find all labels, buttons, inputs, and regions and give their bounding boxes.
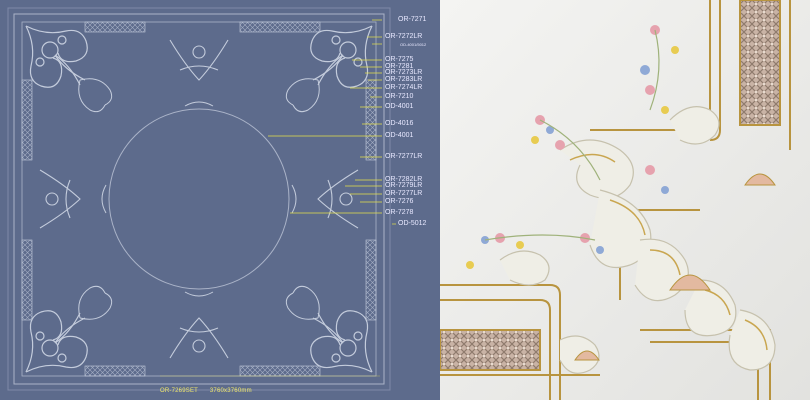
lattice-panel [239, 21, 321, 33]
lattice-panel [239, 365, 321, 377]
callout-label: OR-7271 [398, 16, 427, 23]
ceiling-corner-illustration [440, 0, 810, 400]
lattice-panel [84, 365, 146, 377]
callout-label: OR-7278 [385, 209, 414, 216]
ceiling-design-sheet: OR-7271 OR-7272LR OD-4001/5012 OR-7275 O… [0, 0, 810, 400]
callout-label: OD-4001 [385, 132, 414, 139]
callout-label: OR-7276 [385, 198, 414, 205]
callout-label: OD-4016 [385, 120, 414, 127]
lattice-panel [21, 239, 33, 321]
callout-label: OD-4001 [385, 103, 414, 110]
callout-label: OD-4001/5012 [400, 42, 427, 47]
drawing-caption: OR-7269SET 3760x3760mm [160, 388, 262, 394]
callout-label: OR-7279LR [385, 182, 423, 189]
lattice-panel [84, 21, 146, 33]
ceiling-plan-drawing: OR-7271 OR-7272LR OD-4001/5012 OR-7275 O… [0, 0, 440, 400]
lattice-panel-vertical [739, 0, 781, 126]
lattice-panel [365, 239, 377, 321]
callout-label: OR-7277LR [385, 190, 423, 197]
set-dimensions: 3760x3760mm [209, 388, 252, 394]
lattice-panel [365, 79, 377, 161]
callout-label: OR-7277LR [385, 153, 423, 160]
callout-label: OR-7272LR [385, 33, 423, 40]
ceiling-corner-photo [440, 0, 810, 400]
callout-label: OD-5012 [398, 220, 427, 227]
set-code: OR-7269SET [160, 388, 199, 394]
ceiling-plan-svg [0, 0, 440, 400]
lattice-panel-horizontal [440, 329, 541, 371]
lattice-panel [21, 79, 33, 161]
callout-label: OR-7210 [385, 93, 414, 100]
callout-label: OR-7283LR [385, 76, 423, 83]
callout-label: OR-7274LR [385, 84, 423, 91]
